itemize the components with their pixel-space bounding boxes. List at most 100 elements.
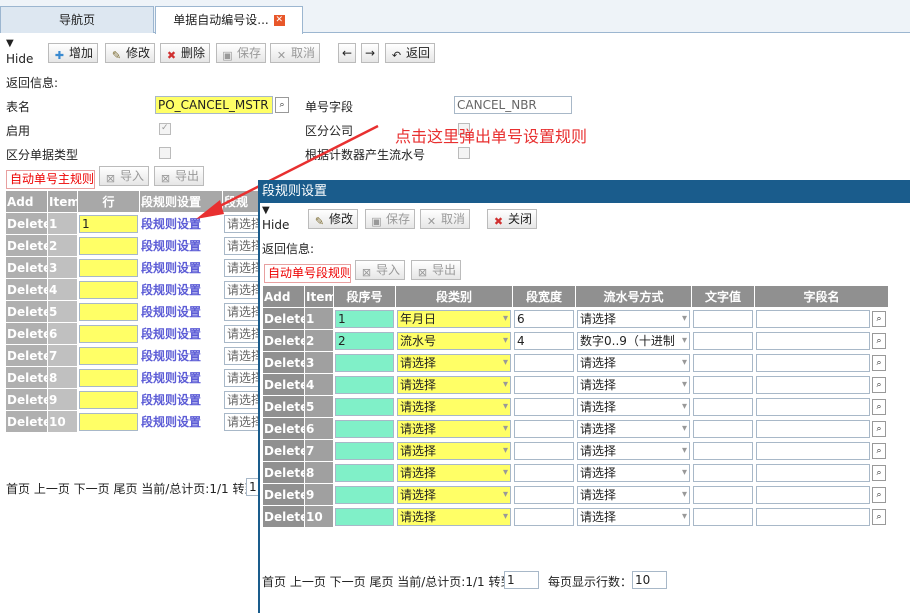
width-input[interactable] [514, 507, 574, 526]
seq-input[interactable] [335, 441, 394, 460]
field-input[interactable] [756, 331, 870, 350]
dialog-pager[interactable]: 首页 上一页 下一页 尾页 当前/总计页:1/1 转到 [262, 573, 512, 590]
category-select[interactable]: 年月日 [397, 309, 511, 328]
width-input[interactable] [514, 419, 574, 438]
dialog-hide-toggle[interactable]: Hide [262, 218, 289, 232]
dialog-export-button[interactable]: ⊠ 导出 [411, 260, 462, 280]
lookup-icon[interactable]: ⌕ [872, 354, 886, 371]
seq-input[interactable]: 1 [335, 309, 394, 328]
text-input[interactable] [693, 353, 753, 372]
field-input[interactable] [756, 397, 870, 416]
category-cell: 请选择 [395, 395, 513, 418]
category-select[interactable]: 流水号 [397, 331, 511, 350]
text-input[interactable] [693, 309, 753, 328]
category-select[interactable]: 请选择 [397, 397, 511, 416]
field-input[interactable] [756, 309, 870, 328]
lookup-icon[interactable]: ⌕ [872, 486, 886, 503]
rows-per-page-input[interactable]: 10 [632, 571, 667, 589]
lookup-icon[interactable]: ⌕ [872, 398, 886, 415]
dialog-cancel-button[interactable]: ✕ 取消 [420, 209, 471, 229]
field-input[interactable] [756, 463, 870, 482]
dialog-edit-button[interactable]: ✎ 修改 [308, 209, 359, 229]
serial-mode-select[interactable]: 请选择 [577, 441, 690, 460]
serial-mode-select[interactable]: 数字0..9（十进制 [577, 331, 690, 350]
serial-mode-select[interactable]: 请选择 [577, 375, 690, 394]
lookup-icon[interactable]: ⌕ [872, 508, 886, 525]
seq-input[interactable] [335, 419, 394, 438]
category-cell: 请选择 [395, 373, 513, 396]
delete-row-button[interactable]: Delete [262, 307, 305, 330]
delete-row-button[interactable]: Delete [262, 395, 305, 418]
text-input[interactable] [693, 485, 753, 504]
field-input[interactable] [756, 485, 870, 504]
text-input[interactable] [693, 441, 753, 460]
lookup-icon[interactable]: ⌕ [872, 376, 886, 393]
width-input[interactable] [514, 441, 574, 460]
serial-mode-select[interactable]: 请选择 [577, 419, 690, 438]
width-input[interactable]: 4 [514, 331, 574, 350]
dialog-collapse-arrow-icon[interactable]: ▼ [262, 205, 270, 216]
width-input[interactable] [514, 397, 574, 416]
serial-mode-select[interactable]: 请选择 [577, 397, 690, 416]
field-input[interactable] [756, 441, 870, 460]
delete-row-button[interactable]: Delete [262, 351, 305, 374]
category-select[interactable]: 请选择 [397, 463, 511, 482]
text-input[interactable] [693, 331, 753, 350]
text-input[interactable] [693, 397, 753, 416]
seg-add-header[interactable]: Add [262, 285, 305, 308]
delete-row-button[interactable]: Delete [262, 417, 305, 440]
lookup-icon[interactable]: ⌕ [872, 332, 886, 349]
serial-mode-select[interactable]: 请选择 [577, 507, 690, 526]
width-cell [512, 395, 576, 418]
delete-row-button[interactable]: Delete [262, 373, 305, 396]
seg-serial-mode-header: 流水号方式 [575, 285, 692, 308]
width-input[interactable] [514, 485, 574, 504]
category-select[interactable]: 请选择 [397, 353, 511, 372]
lookup-icon[interactable]: ⌕ [872, 464, 886, 481]
seq-input[interactable] [335, 463, 394, 482]
dialog-import-button[interactable]: ⊠ 导入 [355, 260, 406, 280]
seq-input[interactable] [335, 485, 394, 504]
delete-row-button[interactable]: Delete [262, 461, 305, 484]
dialog-close-button[interactable]: ✖ 关闭 [487, 209, 538, 229]
category-select[interactable]: 请选择 [397, 507, 511, 526]
serial-mode-select[interactable]: 请选择 [577, 485, 690, 504]
width-cell: 6 [512, 307, 576, 330]
text-input[interactable] [693, 463, 753, 482]
category-select[interactable]: 请选择 [397, 419, 511, 438]
category-select[interactable]: 请选择 [397, 375, 511, 394]
category-select[interactable]: 请选择 [397, 441, 511, 460]
seq-input[interactable] [335, 507, 394, 526]
width-input[interactable] [514, 353, 574, 372]
seq-input[interactable] [335, 375, 394, 394]
width-input[interactable] [514, 375, 574, 394]
delete-row-button[interactable]: Delete [262, 329, 305, 352]
lookup-icon[interactable]: ⌕ [872, 420, 886, 437]
text-input[interactable] [693, 419, 753, 438]
seq-cell [333, 395, 396, 418]
lookup-icon[interactable]: ⌕ [872, 442, 886, 459]
dialog-save-button[interactable]: ▣ 保存 [365, 209, 416, 229]
dialog-goto-input[interactable]: 1 [504, 571, 539, 589]
field-input[interactable] [756, 375, 870, 394]
tab-segment-rule[interactable]: 自动单号段规则 [264, 264, 351, 283]
category-select[interactable]: 请选择 [397, 485, 511, 504]
text-input[interactable] [693, 507, 753, 526]
field-input[interactable] [756, 419, 870, 438]
text-input[interactable] [693, 375, 753, 394]
delete-row-button[interactable]: Delete [262, 505, 305, 528]
serial-mode-select[interactable]: 请选择 [577, 309, 690, 328]
field-input[interactable] [756, 353, 870, 372]
seq-input[interactable]: 2 [335, 331, 394, 350]
field-input[interactable] [756, 507, 870, 526]
serial-mode-select[interactable]: 请选择 [577, 353, 690, 372]
width-input[interactable]: 6 [514, 309, 574, 328]
seq-input[interactable] [335, 397, 394, 416]
width-input[interactable] [514, 463, 574, 482]
delete-row-button[interactable]: Delete [262, 439, 305, 462]
lookup-icon[interactable]: ⌕ [872, 310, 886, 327]
delete-row-button[interactable]: Delete [262, 483, 305, 506]
category-cell: 请选择 [395, 483, 513, 506]
serial-mode-select[interactable]: 请选择 [577, 463, 690, 482]
seq-input[interactable] [335, 353, 394, 372]
